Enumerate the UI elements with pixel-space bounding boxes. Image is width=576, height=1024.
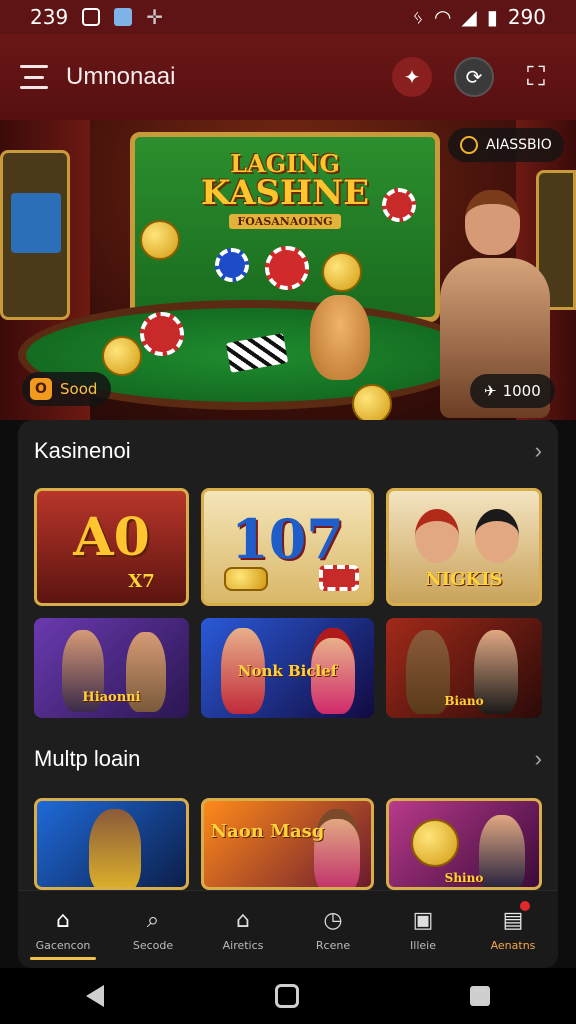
app-bar: Umnonaai ✦ ⟳ ⛶	[0, 34, 576, 120]
character-figure	[89, 809, 141, 887]
badge-icon: O	[30, 378, 52, 400]
tab-recent[interactable]: ◷ Rcene	[288, 891, 378, 968]
section-title: Multp loain	[34, 746, 141, 771]
game-tile[interactable]: Shino	[386, 798, 542, 890]
chip-icon	[215, 248, 249, 282]
star-icon: ✦	[403, 65, 421, 89]
tile-subtitle: Nonk Biclef	[237, 662, 338, 680]
status-bar: 239 ✛ ᛃ ◠ ◢ ▮ 290	[0, 0, 576, 34]
coin-icon	[322, 252, 362, 292]
casino-badge[interactable]: AIASSBIO	[448, 128, 564, 162]
cross-icon: ✛	[146, 5, 163, 29]
game-tile[interactable]: Hiaonni	[34, 618, 189, 718]
tab-rewards[interactable]: ▤ Aenatns	[468, 891, 558, 968]
tab-search[interactable]: ⌕ Secode	[108, 891, 198, 968]
signal-icon: ◢	[461, 5, 477, 29]
hamburger-menu-icon[interactable]	[20, 65, 48, 89]
expand-icon: ⛶	[526, 61, 546, 92]
recents-icon[interactable]	[470, 986, 491, 1006]
wifi-icon: ◠	[433, 5, 452, 29]
tab-label: Rcene	[315, 938, 351, 952]
game-tile[interactable]: NIGKIS	[386, 488, 542, 606]
battery-level: 290	[507, 5, 546, 29]
chip-icon	[140, 312, 184, 356]
gift-icon: ▤	[502, 907, 524, 933]
tile-subtitle: Hiaonni	[82, 690, 141, 705]
system-nav-bar	[0, 968, 576, 1024]
chip-icon	[319, 565, 359, 591]
app-title: Umnonaai	[66, 63, 176, 90]
clock-icon	[460, 136, 478, 154]
mascot-dog	[310, 295, 370, 380]
refresh-button[interactable]: ⟳	[454, 57, 494, 97]
tile-subtitle: Biano	[444, 694, 484, 708]
character-face	[475, 509, 519, 563]
app-notification-icon	[114, 8, 133, 26]
coin-icon	[140, 220, 180, 260]
search-icon: ⌕	[146, 907, 160, 933]
casino-badge-label: AIASSBIO	[486, 137, 552, 153]
tile-title: 107	[231, 507, 344, 571]
tile-subtitle: X7	[128, 571, 155, 592]
clock-icon: ◷	[323, 907, 343, 933]
chip-icon	[265, 246, 309, 290]
tab-profile[interactable]: ▣ Illeie	[378, 891, 468, 968]
bell-icon: ⌂	[236, 907, 250, 933]
home-button-icon[interactable]	[274, 984, 299, 1008]
back-icon[interactable]	[85, 985, 104, 1007]
hero-logo: LAGING KASHNE FOASANAOING	[190, 152, 380, 229]
chevron-right-icon[interactable]: ›	[535, 746, 542, 772]
coin-icon	[352, 384, 392, 420]
tab-home[interactable]: ⌂ Gacencon	[18, 891, 108, 968]
character-face	[415, 509, 459, 563]
games-panel: Kasinenoi › A0 X7 107 NIGKIS Hiaonni Non…	[18, 420, 558, 968]
game-tile[interactable]	[34, 798, 189, 890]
tile-subtitle: Naon Masg	[210, 821, 325, 842]
coin-icon	[102, 336, 142, 376]
promo-button[interactable]: ✦	[392, 57, 432, 97]
slot-machine-left	[0, 150, 70, 320]
tab-label: Illeie	[410, 938, 436, 952]
game-tile[interactable]: Nonk Biclef	[201, 618, 374, 718]
game-tile[interactable]: 107	[201, 488, 374, 606]
notification-dot	[520, 901, 530, 911]
sood-badge[interactable]: O Sood	[22, 372, 112, 406]
status-time: 239	[30, 5, 69, 29]
tab-label: Aenatns	[490, 938, 536, 952]
tab-label: Airetics	[222, 938, 264, 952]
balance-value: 1000	[502, 382, 541, 400]
fullscreen-button[interactable]: ⛶	[516, 57, 556, 97]
balance-badge[interactable]: ✈ 1000	[470, 374, 555, 408]
vibrate-icon: ᛃ	[411, 5, 424, 29]
tab-alerts[interactable]: ⌂ Airetics	[198, 891, 288, 968]
section-title: Kasinenoi	[34, 438, 131, 463]
hero-logo-line3: FOASANAOING	[229, 214, 341, 229]
plane-icon: ✈	[484, 382, 497, 400]
coin-icon	[411, 819, 459, 867]
chevron-right-icon[interactable]: ›	[535, 438, 542, 464]
section-header-multiplayer[interactable]: Multp loain ›	[18, 734, 558, 784]
refresh-icon: ⟳	[465, 65, 483, 89]
game-tile[interactable]: Biano	[386, 618, 542, 718]
tile-title: A0	[73, 507, 150, 568]
bottom-tab-bar: ⌂ Gacencon ⌕ Secode ⌂ Airetics ◷ Rcene ▣…	[18, 890, 558, 968]
tab-label: Gacencon	[35, 938, 91, 952]
game-tile[interactable]: A0 X7	[34, 488, 189, 606]
id-card-icon: ▣	[412, 907, 434, 933]
hero-logo-line2: KASHNE	[200, 173, 370, 213]
tile-subtitle: Shino	[444, 871, 484, 885]
battery-icon: ▮	[486, 5, 498, 29]
tile-subtitle: NIGKIS	[425, 569, 503, 590]
tab-label: Secode	[132, 938, 174, 952]
sood-badge-label: Sood	[60, 380, 98, 398]
notification-icon	[82, 8, 101, 26]
chip-icon	[382, 188, 416, 222]
coin-icon	[224, 567, 268, 591]
section-header-casino[interactable]: Kasinenoi ›	[18, 426, 558, 476]
home-icon: ⌂	[56, 907, 70, 933]
game-tile[interactable]: Naon Masg	[201, 798, 374, 890]
